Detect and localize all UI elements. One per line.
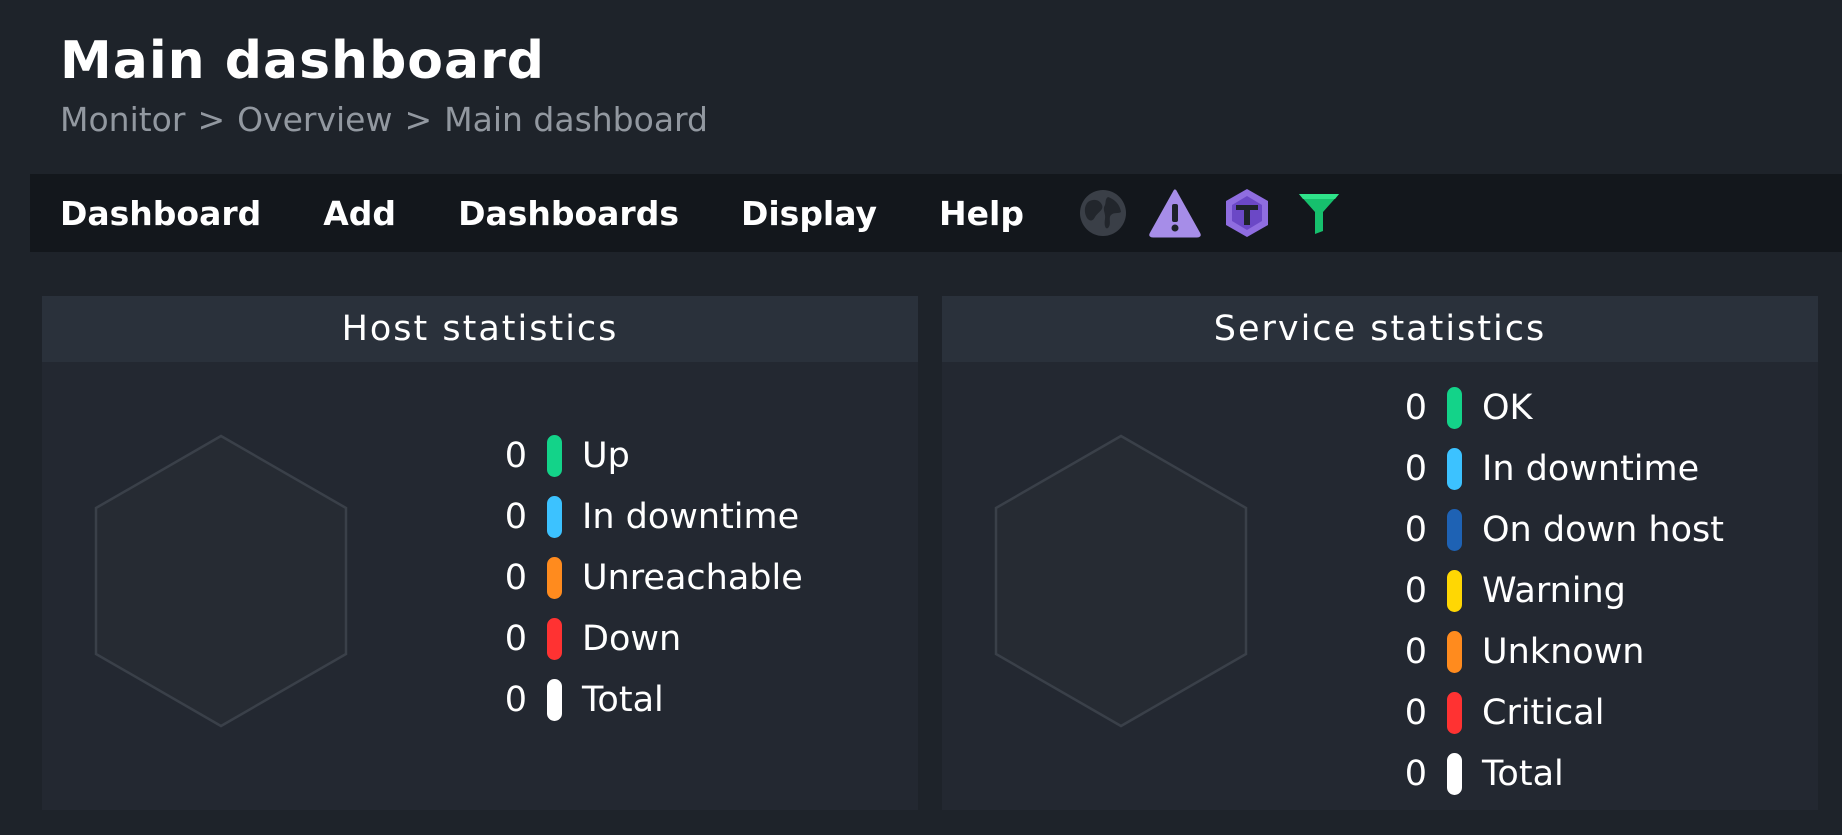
legend-count: 0	[1404, 448, 1427, 489]
hexagon-placeholder[interactable]	[94, 434, 348, 728]
legend-label: OK	[1482, 387, 1533, 428]
breadcrumb-separator: >	[197, 100, 226, 139]
status-pill-up	[547, 434, 562, 477]
legend-label: In downtime	[582, 496, 800, 537]
status-pill-unreachable	[547, 556, 562, 599]
legend-count: 0	[1404, 753, 1427, 794]
legend-count: 0	[1404, 692, 1427, 733]
menu-add[interactable]: Add	[323, 194, 396, 233]
globe-icon[interactable]	[1076, 186, 1130, 240]
breadcrumb-item-monitor[interactable]: Monitor	[60, 100, 185, 139]
legend-count: 0	[504, 496, 527, 537]
page-title: Main dashboard	[60, 31, 545, 91]
hexagon-placeholder[interactable]	[994, 434, 1248, 728]
legend-row-down[interactable]: 0 Down	[487, 608, 803, 669]
service-statistics-dashlet: Service statistics 0 OK 0 In downtime 0 …	[942, 296, 1818, 810]
legend-row-unknown[interactable]: 0 Unknown	[1387, 621, 1724, 682]
legend-label: Warning	[1482, 570, 1626, 611]
status-pill-warning	[1447, 569, 1462, 612]
legend-count: 0	[504, 557, 527, 598]
legend-label: Unreachable	[582, 557, 803, 598]
warning-icon[interactable]	[1148, 186, 1202, 240]
breadcrumb-item-overview[interactable]: Overview	[237, 100, 392, 139]
status-pill-in-downtime	[547, 495, 562, 538]
legend-row-total[interactable]: 0 Total	[1387, 743, 1724, 804]
service-legend: 0 OK 0 In downtime 0 On down host 0 Warn…	[1387, 377, 1724, 804]
breadcrumb-separator: >	[404, 100, 433, 139]
legend-row-warning[interactable]: 0 Warning	[1387, 560, 1724, 621]
filter-icon[interactable]	[1292, 186, 1346, 240]
status-pill-down	[547, 617, 562, 660]
legend-count: 0	[1404, 631, 1427, 672]
status-pill-ok	[1447, 386, 1462, 429]
menu-help[interactable]: Help	[939, 194, 1024, 233]
legend-label: Up	[582, 435, 630, 476]
status-pill-total	[1447, 752, 1462, 795]
legend-label: Down	[582, 618, 682, 659]
legend-label: Critical	[1482, 692, 1605, 733]
status-pill-critical	[1447, 691, 1462, 734]
status-pill-on-down-host	[1447, 508, 1462, 551]
legend-label: Total	[582, 679, 664, 720]
legend-row-ok[interactable]: 0 OK	[1387, 377, 1724, 438]
legend-row-total[interactable]: 0 Total	[487, 669, 803, 730]
status-pill-in-downtime	[1447, 447, 1462, 490]
legend-row-unreachable[interactable]: 0 Unreachable	[487, 547, 803, 608]
legend-count: 0	[1404, 509, 1427, 550]
legend-label: On down host	[1482, 509, 1724, 550]
menu-dashboard[interactable]: Dashboard	[60, 194, 261, 233]
breadcrumb-item-main-dashboard[interactable]: Main dashboard	[444, 100, 708, 139]
host-legend: 0 Up 0 In downtime 0 Unreachable 0 Down …	[487, 425, 803, 730]
legend-count: 0	[504, 618, 527, 659]
menu-icon-group	[1076, 186, 1364, 240]
legend-count: 0	[504, 679, 527, 720]
status-pill-unknown	[1447, 630, 1462, 673]
page-header: Main dashboard Monitor > Overview > Main das…	[60, 30, 708, 142]
legend-label: Unknown	[1482, 631, 1645, 672]
legend-row-up[interactable]: 0 Up	[487, 425, 803, 486]
menu-display[interactable]: Display	[741, 194, 877, 233]
dashlet-title: Host statistics	[42, 296, 918, 362]
legend-row-on-down-host[interactable]: 0 On down host	[1387, 499, 1724, 560]
menu-bar: Dashboard Add Dashboards Display Help	[30, 174, 1842, 252]
legend-label: Total	[1482, 753, 1564, 794]
breadcrumb: Monitor > Overview > Main dashboard	[60, 98, 708, 142]
legend-count: 0	[504, 435, 527, 476]
host-statistics-dashlet: Host statistics 0 Up 0 In downtime 0 Unr…	[42, 296, 918, 810]
upgrade-icon[interactable]	[1220, 186, 1274, 240]
legend-count: 0	[1404, 570, 1427, 611]
status-pill-total	[547, 678, 562, 721]
dashlet-title: Service statistics	[942, 296, 1818, 362]
legend-row-in-downtime[interactable]: 0 In downtime	[487, 486, 803, 547]
legend-label: In downtime	[1482, 448, 1700, 489]
legend-row-in-downtime[interactable]: 0 In downtime	[1387, 438, 1724, 499]
menu-dashboards[interactable]: Dashboards	[458, 194, 679, 233]
legend-count: 0	[1404, 387, 1427, 428]
legend-row-critical[interactable]: 0 Critical	[1387, 682, 1724, 743]
